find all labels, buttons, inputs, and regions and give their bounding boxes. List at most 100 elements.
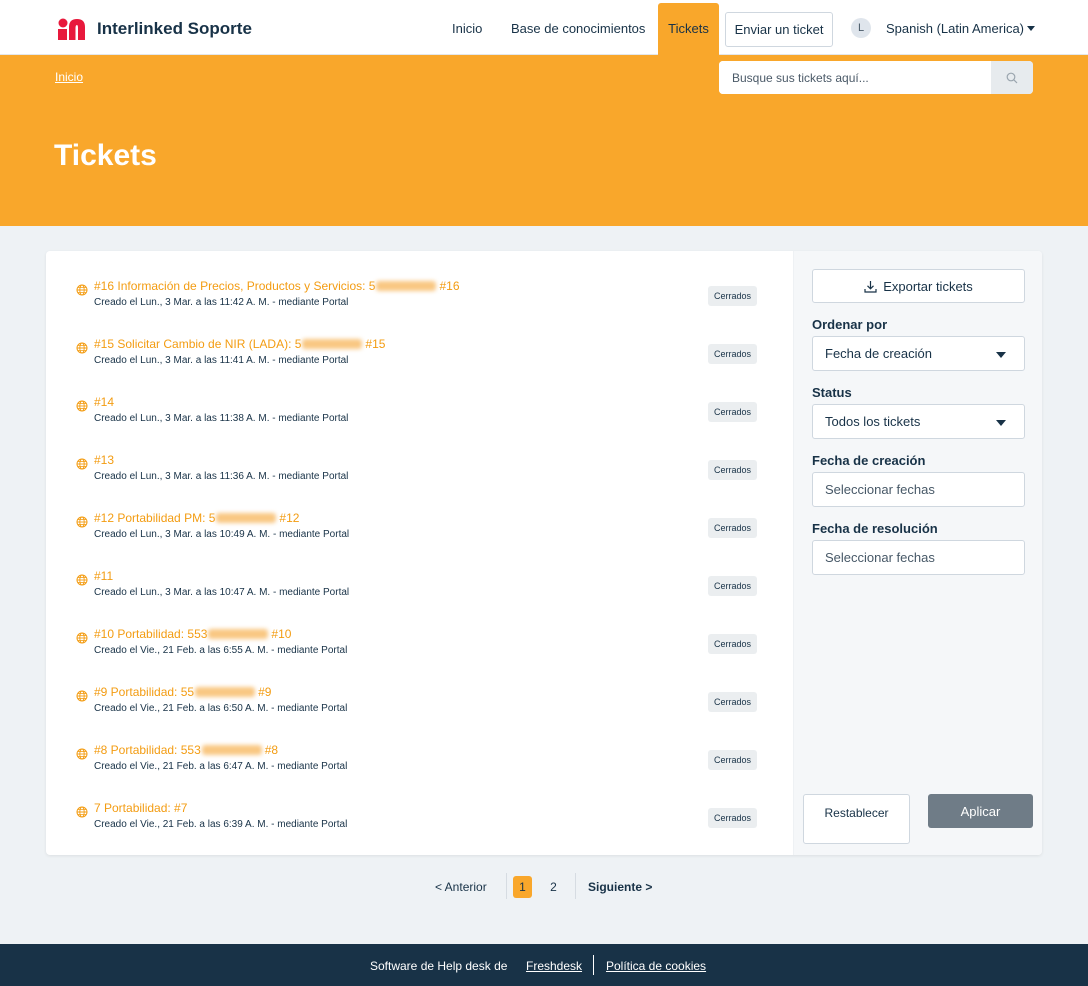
brand-name[interactable]: Interlinked Soporte	[97, 19, 252, 39]
ticket-meta: Creado el Vie., 21 Feb. a las 6:47 A. M.…	[94, 761, 348, 772]
cookie-policy-link[interactable]: Política de cookies	[606, 959, 706, 973]
globe-icon	[76, 515, 88, 528]
ticket-title-suffix: #8	[264, 743, 279, 757]
pagination-page-current[interactable]: 1	[513, 876, 532, 898]
search-input[interactable]	[719, 61, 991, 94]
ticket-title-link[interactable]: #9 Portabilidad: 55 #9	[94, 685, 271, 699]
pagination-divider	[506, 873, 507, 899]
ticket-row[interactable]: 7 Portabilidad: #7 Creado el Vie., 21 Feb…	[74, 799, 764, 843]
ticket-meta: Creado el Lun., 3 Mar. a las 10:49 A. M.…	[94, 529, 350, 540]
ticket-title-link[interactable]: #12 Portabilidad PM: 5 #12	[94, 511, 299, 525]
export-label: Exportar tickets	[883, 278, 973, 294]
ticket-title-text: #16 Información de Precios, Productos y …	[94, 279, 376, 293]
export-tickets-button[interactable]: Exportar tickets	[812, 269, 1025, 303]
page-banner: Inicio Tickets	[0, 55, 1088, 226]
globe-icon	[76, 689, 88, 702]
brand-logo-icon[interactable]	[58, 18, 88, 40]
ticket-title-text: #14	[94, 395, 115, 409]
redacted-number	[376, 281, 437, 291]
language-label: Spanish (Latin America)	[886, 21, 1025, 36]
footer-text: Software de Help desk de	[370, 959, 508, 973]
ticket-title-link[interactable]: #16 Información de Precios, Productos y …	[94, 279, 460, 293]
globe-icon	[76, 457, 88, 470]
status-badge: Cerrados	[708, 808, 758, 828]
redacted-number	[201, 745, 262, 755]
ticket-title-suffix: #10	[271, 627, 292, 641]
submit-ticket-button[interactable]: Enviar un ticket	[725, 12, 833, 47]
ticket-title-suffix: #15	[365, 337, 386, 351]
globe-icon	[76, 631, 88, 644]
pagination-next[interactable]: Siguiente >	[588, 876, 652, 898]
globe-icon	[76, 747, 88, 760]
footer-divider	[593, 955, 594, 975]
ticket-title-link[interactable]: #13	[94, 453, 114, 467]
language-selector[interactable]: Spanish (Latin America)	[886, 21, 1036, 36]
top-navbar: Interlinked Soporte Inicio Base de conoc…	[0, 0, 1088, 55]
ticket-row[interactable]: #9 Portabilidad: 55 #9 Creado el Vie., 21 …	[74, 683, 764, 727]
nav-home[interactable]: Inicio	[452, 21, 482, 36]
freshdesk-link[interactable]: Freshdesk	[526, 959, 582, 973]
status-badge: Cerrados	[708, 402, 758, 422]
reset-button[interactable]: Restablecer	[803, 794, 910, 844]
ticket-title-link[interactable]: #8 Portabilidad: 553 #8	[94, 743, 278, 757]
search-button[interactable]	[991, 61, 1033, 94]
status-badge: Cerrados	[708, 344, 758, 364]
ticket-row[interactable]: #12 Portabilidad PM: 5 #12 Creado el Lun.,…	[74, 509, 764, 553]
ticket-title-link[interactable]: 7 Portabilidad: #7	[94, 801, 187, 815]
ticket-row[interactable]: #15 Solicitar Cambio de NIR (LADA): 5 #15…	[74, 335, 764, 379]
status-value: Todos los tickets	[825, 414, 921, 429]
ticket-title-text: #13	[94, 453, 115, 467]
nav-tickets[interactable]: Tickets	[658, 3, 719, 55]
search-icon	[1006, 72, 1018, 83]
ticket-title-link[interactable]: #14	[94, 395, 114, 409]
created-date-input[interactable]	[812, 472, 1025, 507]
ticket-row[interactable]: #11 Creado el Lun., 3 Mar. a las 10:47 A.…	[74, 567, 764, 611]
ticket-meta: Creado el Vie., 21 Feb. a las 6:55 A. M.…	[94, 645, 348, 656]
status-label: Status	[812, 385, 852, 400]
ticket-title-link[interactable]: #15 Solicitar Cambio de NIR (LADA): 5 #15	[94, 337, 385, 351]
apply-button[interactable]: Aplicar	[928, 794, 1033, 828]
globe-icon	[76, 573, 88, 586]
ticket-title-suffix: #16	[439, 279, 460, 293]
ticket-title-suffix: #12	[279, 511, 300, 525]
dropdown-caret-icon	[996, 352, 1006, 358]
status-badge: Cerrados	[708, 576, 758, 596]
page-title: Tickets	[54, 139, 157, 172]
filter-sidebar: Exportar tickets Ordenar por Fecha de cr…	[793, 251, 1042, 855]
globe-icon	[76, 283, 88, 296]
status-badge: Cerrados	[708, 750, 758, 770]
sort-select[interactable]: Fecha de creación	[812, 336, 1025, 371]
avatar[interactable]: L	[851, 18, 871, 38]
ticket-row[interactable]: #13 Creado el Lun., 3 Mar. a las 11:36 A.…	[74, 451, 764, 495]
resolved-date-input[interactable]	[812, 540, 1025, 575]
ticket-meta: Creado el Vie., 21 Feb. a las 6:39 A. M.…	[94, 819, 348, 830]
ticket-meta: Creado el Lun., 3 Mar. a las 11:42 A. M.…	[94, 297, 349, 308]
pagination-prev[interactable]: < Anterior	[435, 876, 487, 898]
ticket-row[interactable]: #16 Información de Precios, Productos y …	[74, 277, 764, 321]
nav-knowledge-base[interactable]: Base de conocimientos	[511, 21, 645, 36]
ticket-title-text: #8 Portabilidad: 553	[94, 743, 201, 757]
pagination-page[interactable]: 2	[545, 876, 562, 898]
ticket-title-text: #15 Solicitar Cambio de NIR (LADA): 5	[94, 337, 302, 351]
ticket-title-link[interactable]: #11	[94, 569, 113, 583]
ticket-title-text: #11	[94, 569, 114, 583]
ticket-title-text: #12 Portabilidad PM: 5	[94, 511, 216, 525]
ticket-row[interactable]: #14 Creado el Lun., 3 Mar. a las 11:38 A.…	[74, 393, 764, 437]
ticket-title-text: 7 Portabilidad: #7	[94, 801, 188, 815]
tickets-card: #16 Información de Precios, Productos y …	[46, 251, 1042, 855]
status-badge: Cerrados	[708, 518, 758, 538]
ticket-meta: Creado el Lun., 3 Mar. a las 10:47 A. M.…	[94, 587, 350, 598]
resolved-date-label: Fecha de resolución	[812, 521, 938, 536]
chevron-down-icon	[1027, 26, 1036, 31]
ticket-row[interactable]: #8 Portabilidad: 553 #8 Creado el Vie., 21…	[74, 741, 764, 785]
status-select[interactable]: Todos los tickets	[812, 404, 1025, 439]
created-date-label: Fecha de creación	[812, 453, 926, 468]
ticket-row[interactable]: #10 Portabilidad: 553 #10 Creado el Vie., …	[74, 625, 764, 669]
sort-value: Fecha de creación	[825, 346, 932, 361]
dropdown-caret-icon	[996, 420, 1006, 426]
ticket-title-suffix: #9	[258, 685, 272, 699]
status-badge: Cerrados	[708, 692, 758, 712]
breadcrumb-home[interactable]: Inicio	[55, 70, 83, 84]
ticket-title-link[interactable]: #10 Portabilidad: 553 #10	[94, 627, 291, 641]
status-badge: Cerrados	[708, 460, 758, 480]
